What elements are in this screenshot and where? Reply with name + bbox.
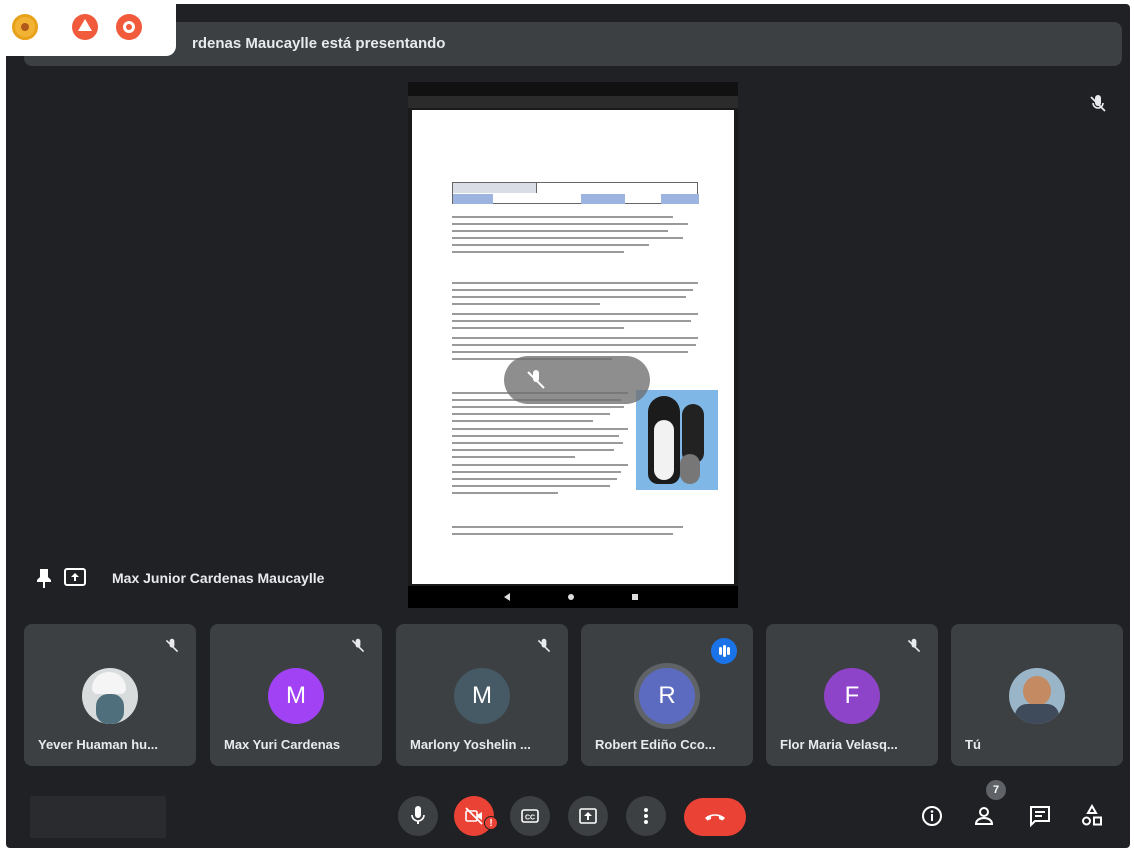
mic-off-icon [351,638,365,653]
participant-tile[interactable]: F Flor Maria Velasq... [766,624,938,766]
home-icon [568,594,574,600]
mic-off-icon [907,638,921,653]
captions-button[interactable]: CC [510,796,550,836]
present-screen-icon [64,568,86,586]
mic-off-icon [537,638,551,653]
phone-nav-bar [408,586,738,608]
document-text-block [452,526,698,540]
participant-tile[interactable]: Yever Huaman hu... [24,624,196,766]
more-options-button[interactable] [626,796,666,836]
document-table [452,182,699,204]
participant-avatar: M [454,668,510,724]
present-icon [579,808,597,824]
participant-name: Yever Huaman hu... [38,737,158,752]
participant-avatar: M [268,668,324,724]
document-text-block [452,282,698,365]
people-count-badge: 7 [986,780,1006,800]
shared-screen [408,82,738,608]
meet-window: rdenas Maucaylle está presentando Max Ju… [6,4,1130,848]
chat-icon[interactable] [1028,804,1052,828]
participant-name: Robert Ediño Cco... [595,737,716,752]
extension-triangle-icon[interactable] [72,14,98,40]
penguin-image [636,390,718,490]
svg-text:CC: CC [525,815,535,822]
phone-status-bar [408,82,738,96]
mic-icon [411,806,425,824]
mic-button[interactable] [398,796,438,836]
back-icon [504,593,510,601]
participant-name: Marlony Yoshelin ... [410,737,531,752]
end-call-icon [705,814,725,821]
shared-document [412,110,734,584]
mic-off-icon [1090,95,1106,112]
presenting-banner-text: rdenas Maucaylle está presentando [192,35,446,52]
participant-tile[interactable]: M Max Yuri Cardenas [210,624,382,766]
info-icon[interactable] [920,804,944,828]
participant-tile[interactable]: M Marlony Yoshelin ... [396,624,568,766]
presenter-name: Max Junior Cardenas Maucaylle [112,570,325,586]
document-text-block [452,392,628,499]
participant-name: Tú [965,737,981,752]
activities-icon[interactable] [1080,804,1104,828]
document-text-block [452,216,698,258]
recents-icon [632,594,638,600]
meeting-details-area [30,796,166,838]
extensions-overlay [0,0,176,56]
captions-icon: CC [521,809,539,823]
more-icon [644,808,648,824]
participant-tile[interactable]: R Robert Ediño Cco... [581,624,753,766]
presenting-banner: rdenas Maucaylle está presentando [24,22,1122,66]
camera-off-icon [465,807,483,825]
participant-name: Flor Maria Velasq... [780,737,898,752]
participant-avatar [1009,668,1065,724]
participant-name: Max Yuri Cardenas [224,737,341,752]
pin-icon[interactable] [36,568,52,588]
participant-avatar [82,668,138,724]
extension-circle-icon[interactable] [116,14,142,40]
participant-avatar: F [824,668,880,724]
extension-badge-icon[interactable] [12,14,38,40]
camera-warning-icon: ! [484,816,498,830]
leave-call-button[interactable] [684,798,746,836]
present-now-button[interactable] [568,796,608,836]
participant-avatar: R [639,668,695,724]
self-tile[interactable]: Tú [951,624,1123,766]
speaking-indicator-icon [711,638,737,664]
mic-off-icon [165,638,179,653]
mic-off-icon [527,370,545,389]
document-toolbar [408,96,738,108]
presentation-paused-indicator [504,356,650,404]
people-icon[interactable] [974,804,998,828]
